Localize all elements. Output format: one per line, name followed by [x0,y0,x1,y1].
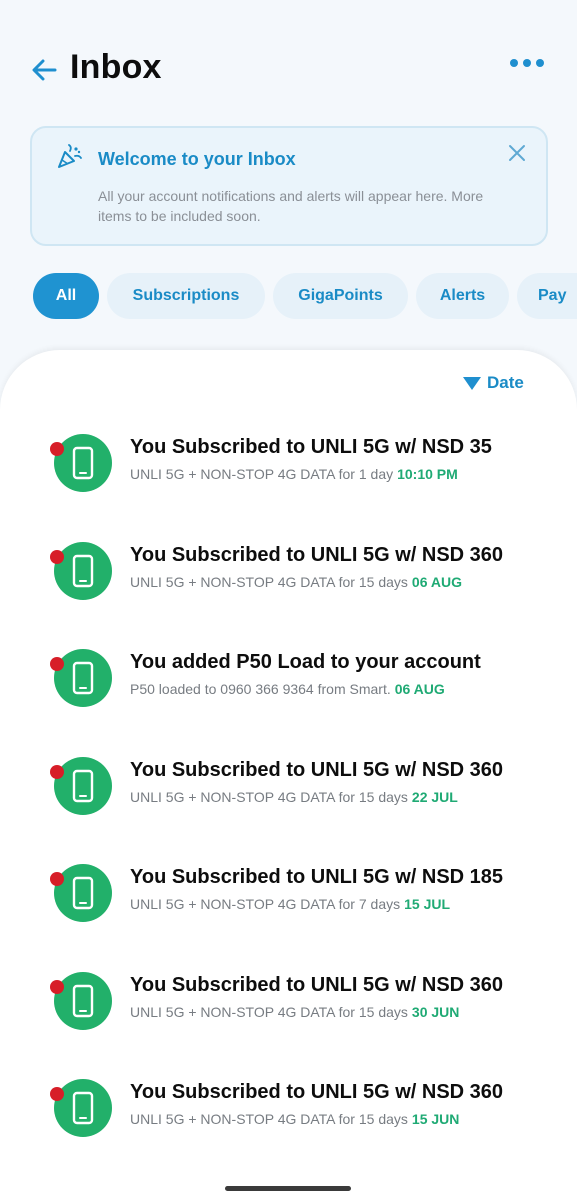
smartphone-icon [72,661,94,695]
message-text: UNLI 5G + NON-STOP 4G DATA for 15 days [130,1111,408,1127]
filter-chip-pay[interactable]: Pay [517,273,577,319]
message-description: UNLI 5G + NON-STOP 4G DATA for 7 days 15 … [130,896,450,912]
message-date: 22 JUL [411,789,458,805]
message-title: You Subscribed to UNLI 5G w/ NSD 360 [130,759,504,781]
message-title: You Subscribed to UNLI 5G w/ NSD 35 [130,436,492,458]
message-date: 15 JUL [404,896,451,912]
message-date: 15 JUN [411,1111,460,1127]
list-item[interactable]: You added P50 Load to your account P50 lo… [0,649,577,739]
close-icon[interactable] [506,142,528,164]
header: Inbox [0,0,577,120]
smartphone-icon [72,554,94,588]
message-description: UNLI 5G + NON-STOP 4G DATA for 15 days 30… [130,1004,459,1020]
more-horizontal-icon [510,59,518,67]
more-options-button[interactable] [510,54,544,72]
unread-indicator [50,657,64,671]
message-title: You Subscribed to UNLI 5G w/ NSD 360 [130,544,504,566]
welcome-body: All your account notifications and alert… [98,188,484,224]
sort-by-date-button[interactable]: Date [463,372,524,394]
triangle-down-icon [463,376,481,390]
arrow-left-icon [32,59,57,81]
welcome-banner: Welcome to your Inbox All your account n… [30,126,548,246]
message-date: 10:10 PM [397,466,458,482]
message-avatar [54,864,112,922]
unread-indicator [50,442,64,456]
message-description: P50 loaded to 0960 366 9364 from Smart. 0… [130,681,445,697]
unread-indicator [50,980,64,994]
message-text: P50 loaded to 0960 366 9364 from Smart. [130,681,391,697]
message-description: UNLI 5G + NON-STOP 4G DATA for 15 days 06… [130,574,462,590]
filter-tabs: All Subscriptions GigaPoints Alerts Pay [0,273,577,319]
smartphone-icon [72,876,94,910]
message-title: You added P50 Load to your account [130,651,481,673]
list-item[interactable]: You Subscribed to UNLI 5G w/ NSD 185 UNLI… [0,864,577,954]
message-text: UNLI 5G + NON-STOP 4G DATA for 15 days [130,789,408,805]
message-title: You Subscribed to UNLI 5G w/ NSD 185 [130,866,504,888]
message-description: UNLI 5G + NON-STOP 4G DATA for 1 day 10:1… [130,466,458,482]
message-date: 30 JUN [411,1004,460,1020]
list-item[interactable]: You Subscribed to UNLI 5G w/ NSD 35 UNLI … [0,434,577,524]
filter-chip-alerts[interactable]: Alerts [416,273,509,319]
filter-chip-subscriptions[interactable]: Subscriptions [107,273,265,319]
page-title: Inbox [70,48,162,86]
message-text: UNLI 5G + NON-STOP 4G DATA for 1 day [130,466,394,482]
message-description: UNLI 5G + NON-STOP 4G DATA for 15 days 15… [130,1111,459,1127]
message-avatar [54,649,112,707]
message-date: 06 AUG [394,681,445,697]
list-item[interactable]: You Subscribed to UNLI 5G w/ NSD 360 UNLI… [0,542,577,632]
smartphone-icon [72,769,94,803]
home-indicator[interactable] [225,1186,351,1191]
message-avatar [54,434,112,492]
welcome-title: Welcome to your Inbox [98,149,296,169]
message-title: You Subscribed to UNLI 5G w/ NSD 360 [130,1081,504,1103]
smartphone-icon [72,984,94,1018]
list-item[interactable]: You Subscribed to UNLI 5G w/ NSD 360 UNLI… [0,972,577,1062]
party-popper-icon [58,144,82,168]
back-button[interactable] [30,56,58,84]
unread-indicator [50,1087,64,1101]
smartphone-icon [72,1091,94,1125]
message-avatar [54,972,112,1030]
message-avatar [54,757,112,815]
unread-indicator [50,550,64,564]
message-text: UNLI 5G + NON-STOP 4G DATA for 15 days [130,1004,408,1020]
smartphone-icon [72,446,94,480]
message-title: You Subscribed to UNLI 5G w/ NSD 360 [130,974,504,996]
message-text: UNLI 5G + NON-STOP 4G DATA for 15 days [130,574,408,590]
message-avatar [54,542,112,600]
list-item[interactable]: You Subscribed to UNLI 5G w/ NSD 360 UNLI… [0,757,577,847]
unread-indicator [50,872,64,886]
message-avatar [54,1079,112,1137]
sort-label: Date [487,373,524,392]
filter-chip-all[interactable]: All [33,273,99,319]
filter-chip-gigapoints[interactable]: GigaPoints [273,273,408,319]
list-item[interactable]: You Subscribed to UNLI 5G w/ NSD 360 UNLI… [0,1079,577,1169]
message-date: 06 AUG [411,574,462,590]
message-text: UNLI 5G + NON-STOP 4G DATA for 7 days [130,896,401,912]
unread-indicator [50,765,64,779]
message-description: UNLI 5G + NON-STOP 4G DATA for 15 days 22… [130,789,458,805]
